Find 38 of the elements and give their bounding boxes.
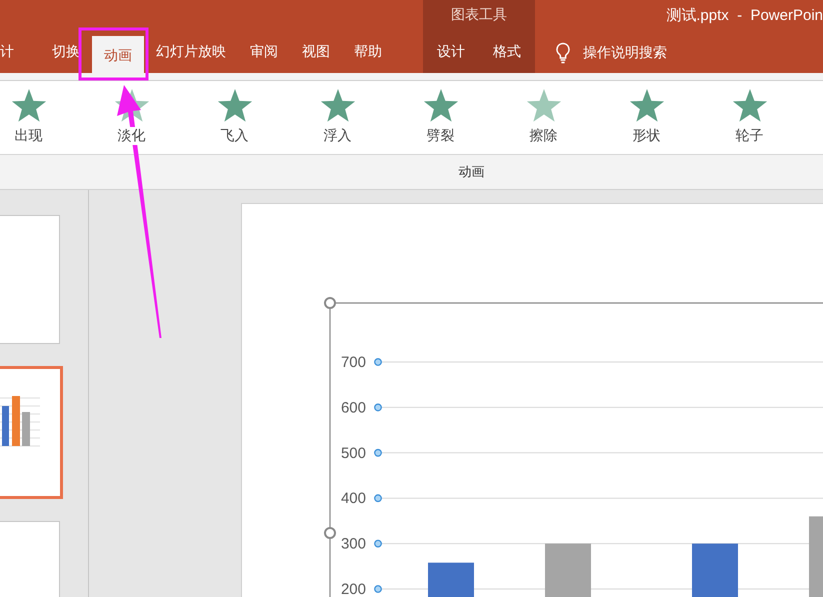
axis-tick-label: 500 bbox=[340, 444, 366, 462]
resize-handle[interactable] bbox=[324, 297, 336, 309]
selection-point-icon[interactable] bbox=[374, 540, 382, 548]
axis-tick-label: 600 bbox=[340, 399, 366, 416]
lightbulb-icon bbox=[555, 42, 571, 64]
selection-point-icon[interactable] bbox=[374, 585, 382, 593]
ribbon-group-label: 动画 bbox=[458, 163, 484, 181]
animation-effect[interactable]: 飞入 bbox=[181, 80, 284, 154]
selection-point-icon[interactable] bbox=[374, 358, 382, 366]
ribbon-tab[interactable]: 帮助 bbox=[342, 36, 394, 73]
slide-thumbnail[interactable] bbox=[0, 215, 60, 344]
animation-effect[interactable]: 浮入 bbox=[284, 80, 387, 154]
animation-effect[interactable]: 擦除 bbox=[490, 80, 593, 154]
ribbon-tab[interactable]: 设计 bbox=[423, 36, 479, 73]
selection-point-icon[interactable] bbox=[374, 494, 382, 502]
axis-tick-label: 400 bbox=[340, 490, 366, 508]
ribbon-tab[interactable]: 视图 bbox=[290, 36, 342, 73]
animation-effect[interactable]: 出现 bbox=[0, 80, 78, 154]
ribbon-tab[interactable]: 幻灯片放映 bbox=[144, 36, 238, 73]
axis-tick-label: 300 bbox=[340, 536, 366, 553]
animation-effect[interactable]: 轮子 bbox=[696, 80, 799, 154]
highlight-frame bbox=[78, 28, 148, 80]
animation-effect[interactable]: 劈裂 bbox=[387, 80, 490, 154]
tell-me-search[interactable]: 操作说明搜索 bbox=[535, 32, 667, 73]
animation-effect[interactable]: 形状 bbox=[593, 80, 696, 154]
selection-point-icon[interactable] bbox=[374, 404, 382, 412]
window-title: 测试.pptx - PowerPoin bbox=[666, 6, 823, 24]
resize-handle[interactable] bbox=[324, 527, 336, 539]
ribbon-tab[interactable]: 切换 bbox=[40, 36, 92, 73]
ribbon-tab[interactable]: 格式 bbox=[479, 36, 535, 73]
axis-tick-label: 200 bbox=[340, 581, 366, 597]
selection-point-icon[interactable] bbox=[374, 448, 382, 457]
ribbon-tab[interactable]: 审阅 bbox=[238, 36, 290, 73]
slide-thumbnail[interactable] bbox=[0, 366, 63, 499]
ribbon-tab[interactable]: 动画 bbox=[92, 36, 144, 76]
ribbon-tab[interactable]: 计 bbox=[0, 36, 26, 73]
axis-tick-label: 700 bbox=[340, 354, 366, 372]
context-group-label: 图表工具 bbox=[451, 6, 507, 24]
